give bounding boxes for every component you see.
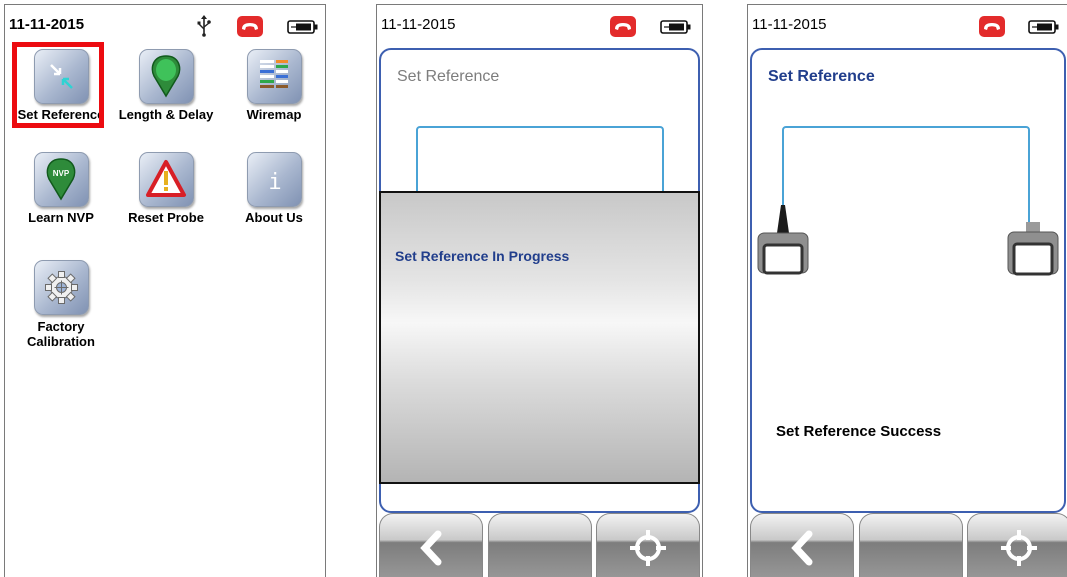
- launcher-screen: 11-11-2015 Set Reference Length & Delay …: [4, 4, 326, 577]
- blank-button[interactable]: [859, 513, 963, 577]
- app-label: Length & Delay: [118, 107, 214, 122]
- selection-highlight: [12, 42, 104, 128]
- page-title: Set Reference: [397, 68, 500, 85]
- app-label: Learn NVP: [28, 210, 94, 225]
- remote-unit-icon: [1007, 222, 1059, 276]
- gear-icon: [33, 260, 89, 315]
- crosshair-button[interactable]: [596, 513, 700, 577]
- status-bar: 11-11-2015: [748, 5, 1067, 41]
- battery-icon: [1028, 20, 1059, 34]
- page-title: Set Reference: [768, 68, 875, 85]
- app-label: About Us: [245, 210, 303, 225]
- blank-button[interactable]: [488, 513, 592, 577]
- bottom-toolbar: [377, 513, 702, 577]
- warning-triangle-icon: [138, 152, 194, 207]
- back-button[interactable]: [750, 513, 854, 577]
- phone-icon: [610, 16, 636, 37]
- status-bar: 11-11-2015: [377, 5, 702, 41]
- app-factory-calibration[interactable]: Factory Calibration: [7, 260, 115, 349]
- cable-diagram: [782, 126, 1030, 242]
- usb-icon: [197, 15, 211, 37]
- back-button[interactable]: [379, 513, 483, 577]
- app-label-line2: Calibration: [27, 334, 95, 349]
- result-message: Set Reference Success: [776, 423, 942, 440]
- bottom-toolbar: [748, 513, 1067, 577]
- content-panel: Set Reference Set Reference Success: [750, 48, 1066, 513]
- app-label: Wiremap: [246, 107, 302, 122]
- progress-dialog: Set Reference In Progress: [379, 191, 700, 484]
- app-learn-nvp[interactable]: NVP Learn NVP: [7, 152, 115, 225]
- app-length-delay[interactable]: Length & Delay: [112, 49, 220, 122]
- battery-icon: [287, 20, 318, 34]
- crosshair-button[interactable]: [967, 513, 1067, 577]
- info-icon: i: [246, 152, 302, 207]
- svg-text:NVP: NVP: [52, 169, 69, 178]
- back-chevron-icon: [791, 530, 813, 566]
- date-label: 11-11-2015: [381, 16, 456, 33]
- app-label: Reset Probe: [128, 210, 204, 225]
- nvp-icon: NVP: [33, 152, 89, 207]
- app-label-line1: Factory: [37, 319, 85, 334]
- date-label: 11-11-2015: [752, 16, 827, 33]
- set-reference-progress-screen: 11-11-2015 Set Reference Set Reference I…: [376, 4, 703, 577]
- date-label: 11-11-2015: [9, 16, 85, 33]
- svg-text:i: i: [268, 170, 281, 195]
- cable-diagram: [416, 126, 664, 198]
- status-bar: 11-11-2015: [5, 5, 325, 41]
- phone-icon: [237, 16, 263, 37]
- app-wiremap[interactable]: Wiremap: [220, 49, 325, 122]
- progress-message: Set Reference In Progress: [395, 248, 570, 264]
- wiremap-icon: [246, 49, 302, 104]
- crosshair-icon: [1001, 530, 1037, 566]
- length-delay-icon: [138, 49, 194, 104]
- set-reference-success-screen: 11-11-2015 Set Reference Set Reference S…: [747, 4, 1067, 577]
- main-unit-icon: [757, 205, 809, 275]
- battery-icon: [660, 20, 691, 34]
- back-chevron-icon: [420, 530, 442, 566]
- phone-icon: [979, 16, 1005, 37]
- crosshair-icon: [630, 530, 666, 566]
- app-reset-probe[interactable]: Reset Probe: [112, 152, 220, 225]
- app-about-us[interactable]: i About Us: [220, 152, 325, 225]
